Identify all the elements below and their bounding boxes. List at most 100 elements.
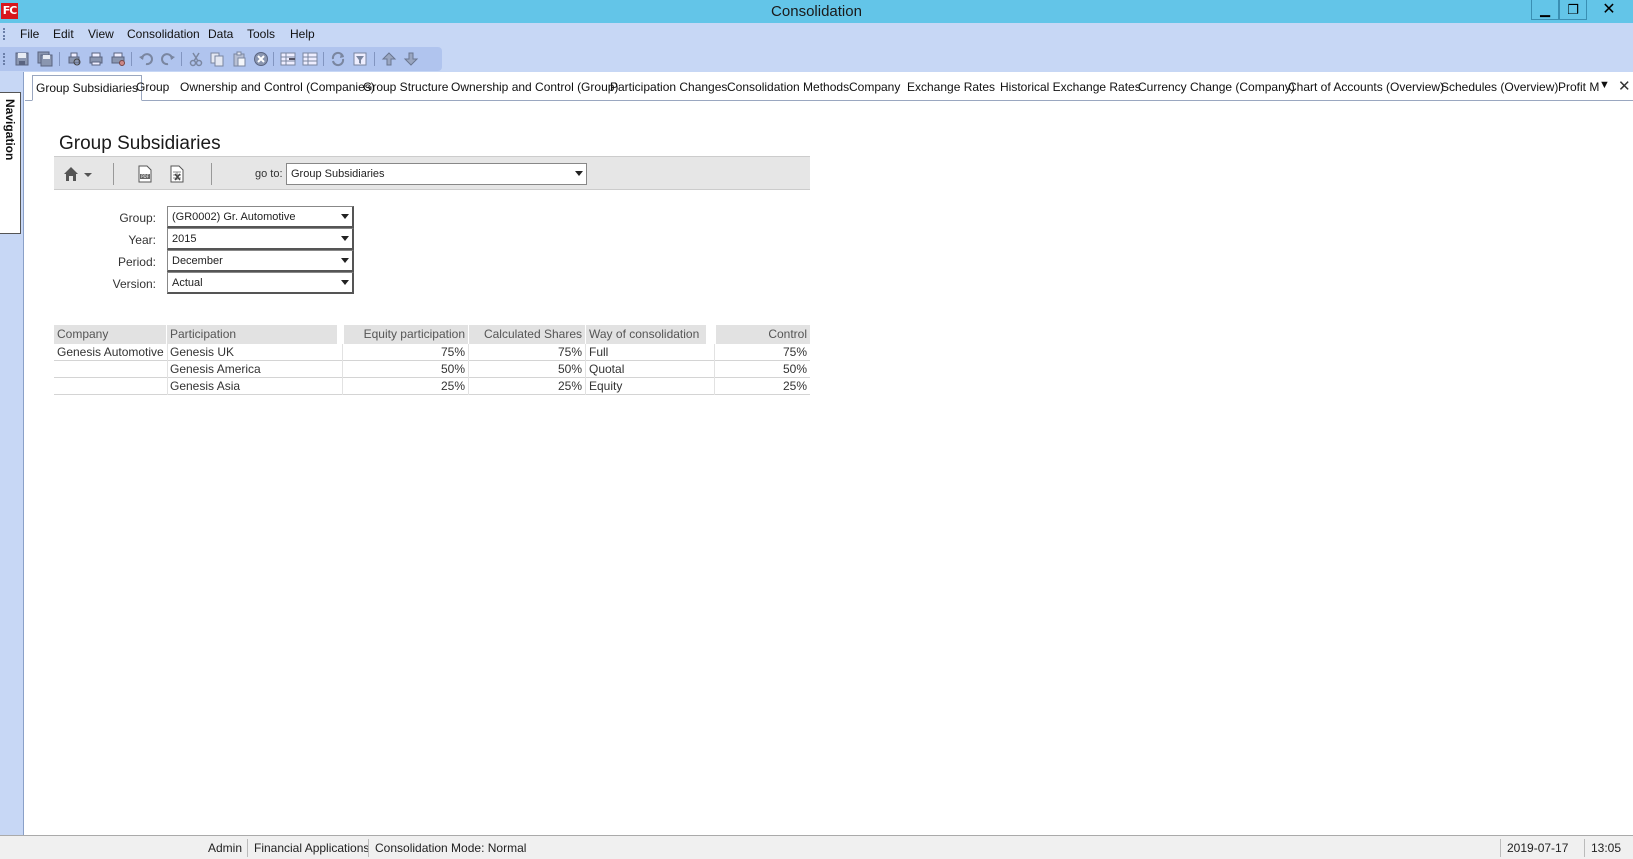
tab-close-icon[interactable]: ✕ — [1618, 77, 1631, 95]
cell-participation: Genesis America — [170, 362, 261, 376]
cell-equity-participation: 50% — [440, 362, 465, 376]
version-select[interactable]: Actual — [167, 272, 354, 294]
undo-icon[interactable] — [138, 51, 154, 67]
column-divider — [585, 344, 586, 395]
column-header-participation[interactable]: Participation — [167, 325, 337, 344]
year-select-value: 2015 — [172, 233, 197, 245]
column-header-company[interactable]: Company — [54, 325, 166, 344]
status-date: 2019-07-17 — [1500, 839, 1568, 857]
export-excel-icon[interactable] — [169, 165, 185, 183]
save-icon[interactable] — [14, 51, 30, 67]
tab-overflow-icon[interactable]: ▼ — [1599, 79, 1610, 91]
page-title: Group Subsidiaries — [59, 133, 221, 154]
tab-schedules-overview[interactable]: Schedules (Overview) — [1438, 75, 1561, 100]
period-select[interactable]: December — [167, 250, 354, 272]
cell-calculated-shares: 75% — [557, 345, 582, 359]
export-pdf-icon[interactable]: PDF — [137, 165, 153, 183]
delete-row-icon[interactable] — [302, 51, 318, 67]
document-tabs: Group Subsidiaries Group Ownership and C… — [25, 72, 1633, 101]
print-icon[interactable] — [88, 51, 104, 67]
report-toolbar-separator — [211, 163, 212, 185]
status-mode: Consolidation Mode: Normal — [368, 839, 526, 857]
tab-ownership-control-companies[interactable]: Ownership and Control (Companies) — [177, 75, 378, 100]
status-user: Admin — [208, 841, 243, 855]
tab-consolidation-methods[interactable]: Consolidation Methods — [724, 75, 852, 100]
cell-equity-participation: 25% — [440, 379, 465, 393]
cell-way-of-consolidation: Equity — [589, 379, 623, 393]
tab-profit-m[interactable]: Profit M — [1555, 75, 1601, 100]
redo-icon[interactable] — [160, 51, 176, 67]
window-title: Consolidation — [771, 3, 862, 20]
navigation-tab-label: Navigation — [3, 99, 17, 161]
toolbar-separator — [131, 52, 132, 66]
year-label: Year: — [128, 233, 156, 247]
menu-file[interactable]: File — [20, 23, 39, 45]
tab-company[interactable]: Company — [846, 75, 903, 100]
menu-bar: File Edit View Consolidation Data Tools … — [0, 23, 1633, 45]
column-divider — [468, 344, 469, 395]
cell-company — [54, 378, 167, 394]
group-select-value: (GR0002) Gr. Automotive — [172, 211, 296, 223]
refresh-icon[interactable] — [330, 51, 346, 67]
filter-icon[interactable] — [352, 51, 368, 67]
delete-icon[interactable] — [253, 51, 269, 67]
column-divider — [342, 344, 343, 395]
tab-participation-changes[interactable]: Participation Changes — [607, 75, 730, 100]
column-header-equity-participation[interactable]: Equity participation — [344, 325, 468, 344]
table-header: Company Participation Equity participati… — [54, 325, 810, 344]
toolbar-separator — [181, 52, 182, 66]
chevron-down-icon — [341, 280, 349, 285]
navigation-tab[interactable]: Navigation — [0, 92, 21, 234]
tab-ownership-control-group[interactable]: Ownership and Control (Group) — [448, 75, 621, 100]
menu-view[interactable]: View — [88, 23, 114, 45]
column-divider — [714, 344, 715, 395]
tab-chart-of-accounts[interactable]: Chart of Accounts (Overview) — [1285, 75, 1447, 100]
menu-tools[interactable]: Tools — [247, 23, 275, 45]
cell-equity-participation: 75% — [440, 345, 465, 359]
home-dropdown-icon[interactable] — [62, 165, 94, 183]
version-label: Version: — [112, 277, 156, 291]
minimize-button[interactable]: ▁ — [1531, 0, 1559, 20]
menu-consolidation[interactable]: Consolidation — [127, 23, 200, 45]
tab-group-subsidiaries[interactable]: Group Subsidiaries — [32, 75, 143, 101]
group-select[interactable]: (GR0002) Gr. Automotive — [167, 206, 354, 228]
maximize-button[interactable]: ❐ — [1559, 0, 1587, 20]
cell-participation: Genesis Asia — [170, 379, 241, 393]
page-setup-icon[interactable] — [110, 51, 126, 67]
print-preview-icon[interactable] — [66, 51, 82, 67]
cell-way-of-consolidation: Full — [589, 345, 609, 359]
close-button[interactable]: ✕ — [1587, 0, 1631, 20]
menu-edit[interactable]: Edit — [53, 23, 74, 45]
tab-currency-change-company[interactable]: Currency Change (Company) — [1135, 75, 1298, 100]
column-header-control[interactable]: Control — [716, 325, 810, 344]
cell-control: 75% — [782, 345, 807, 359]
tab-historical-exchange-rates[interactable]: Historical Exchange Rates — [997, 75, 1144, 100]
menu-data[interactable]: Data — [208, 23, 233, 45]
paste-icon[interactable] — [231, 51, 247, 67]
toolbar-band — [0, 45, 1633, 72]
status-bar: Admin Financial Applications Consolidati… — [0, 835, 1633, 859]
chevron-down-icon — [341, 236, 349, 241]
insert-row-icon[interactable] — [280, 51, 296, 67]
goto-select[interactable]: Group Subsidiaries — [286, 163, 587, 185]
cell-calculated-shares: 25% — [557, 379, 582, 393]
arrow-down-icon[interactable] — [403, 51, 419, 67]
toolbar-separator — [374, 52, 375, 66]
menu-grip-icon — [3, 28, 5, 40]
arrow-up-icon[interactable] — [381, 51, 397, 67]
cut-icon[interactable] — [188, 51, 204, 67]
goto-select-value: Group Subsidiaries — [291, 168, 385, 180]
title-bar: FC Consolidation ▁ ❐ ✕ — [0, 0, 1633, 23]
column-header-calculated-shares[interactable]: Calculated Shares — [469, 325, 585, 344]
column-header-way-of-consolidation[interactable]: Way of consolidation — [586, 325, 706, 344]
year-select[interactable]: 2015 — [167, 228, 354, 250]
copy-icon[interactable] — [209, 51, 225, 67]
cell-control: 50% — [782, 362, 807, 376]
tab-group-structure[interactable]: Group Structure — [360, 75, 451, 100]
toolbar-separator — [323, 52, 324, 66]
tab-exchange-rates[interactable]: Exchange Rates — [904, 75, 998, 100]
tab-group[interactable]: Group — [133, 75, 172, 100]
save-all-icon[interactable] — [37, 51, 53, 67]
menu-help[interactable]: Help — [290, 23, 315, 45]
chevron-down-icon — [341, 258, 349, 263]
